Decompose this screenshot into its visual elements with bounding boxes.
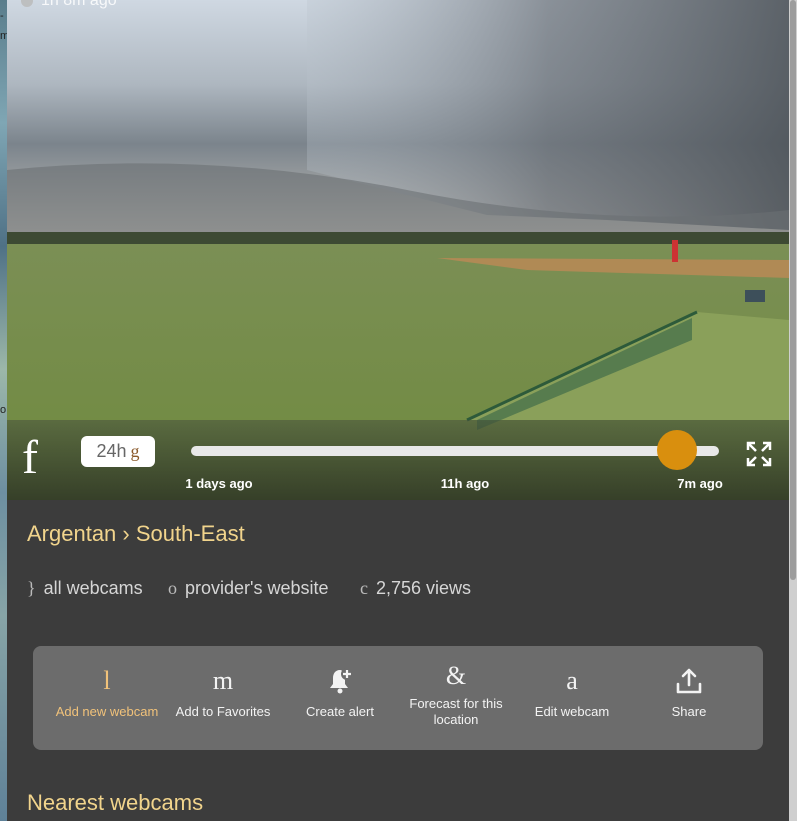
- create-alert-button[interactable]: Create alert: [282, 658, 398, 720]
- expand-icon[interactable]: [745, 440, 773, 468]
- forecast-button[interactable]: & Forecast for this location: [398, 656, 514, 728]
- nearest-webcams-heading: Nearest webcams: [27, 790, 204, 815]
- webcam-actions-panel: l Add new webcam m Add to Favorites Crea…: [33, 646, 763, 750]
- action-label: Add to Favorites: [175, 704, 271, 719]
- capture-time-text: 1h 8m ago: [41, 0, 117, 9]
- bell-plus-icon: [330, 668, 353, 694]
- share-icon: [676, 668, 702, 694]
- status-dot-icon: [21, 0, 33, 7]
- share-button[interactable]: Share: [631, 658, 747, 720]
- time-range-selector[interactable]: 24h g: [81, 436, 155, 467]
- timeline-tick-label: 7m ago: [677, 476, 723, 491]
- scrollbar-thumb[interactable]: [790, 0, 796, 580]
- timeline-tick-label: 1 days ago: [185, 476, 253, 491]
- list-icon: }: [27, 578, 36, 598]
- edit-webcam-button[interactable]: a Edit webcam: [514, 658, 630, 720]
- timeline-slider-track[interactable]: [191, 446, 719, 456]
- webcam-title: Argentan › South-East: [27, 521, 245, 546]
- time-range-value: 24h: [96, 441, 127, 461]
- views-count: c 2,756 views: [360, 578, 471, 599]
- forecast-icon: &: [445, 661, 467, 690]
- map-label: o: [0, 404, 7, 416]
- provider-website-label: provider's website: [185, 578, 329, 598]
- timelapse-player-bar: f 24h g 1 days ago 11h ago 7m ago: [7, 420, 789, 500]
- add-new-webcam-button[interactable]: l Add new webcam: [49, 658, 165, 720]
- all-webcams-link[interactable]: } all webcams: [27, 578, 143, 599]
- action-label: Share: [671, 704, 707, 719]
- timeline-slider-thumb[interactable]: [656, 430, 697, 470]
- timeline-tick-label: 11h ago: [440, 476, 490, 491]
- provider-website-link[interactable]: o provider's website: [168, 578, 329, 599]
- add-to-favorites-button[interactable]: m Add to Favorites: [165, 658, 281, 720]
- views-count-label: 2,756 views: [376, 578, 472, 598]
- action-label: Add new webcam: [55, 704, 159, 719]
- all-webcams-label: all webcams: [43, 578, 143, 598]
- capture-time-badge: 1h 8m ago: [21, 0, 117, 10]
- player-side-icon[interactable]: f: [22, 430, 38, 485]
- edit-icon: a: [566, 666, 578, 695]
- eye-icon: c: [360, 578, 368, 598]
- action-label: Create alert: [306, 704, 374, 719]
- favorite-icon: m: [212, 666, 234, 695]
- map-label: -: [0, 10, 4, 22]
- chevron-down-icon: g: [130, 441, 140, 461]
- add-webcam-icon: l: [103, 666, 111, 695]
- action-label: Forecast for this location: [409, 696, 503, 727]
- action-label: Edit webcam: [534, 704, 610, 719]
- external-link-icon: o: [168, 578, 177, 598]
